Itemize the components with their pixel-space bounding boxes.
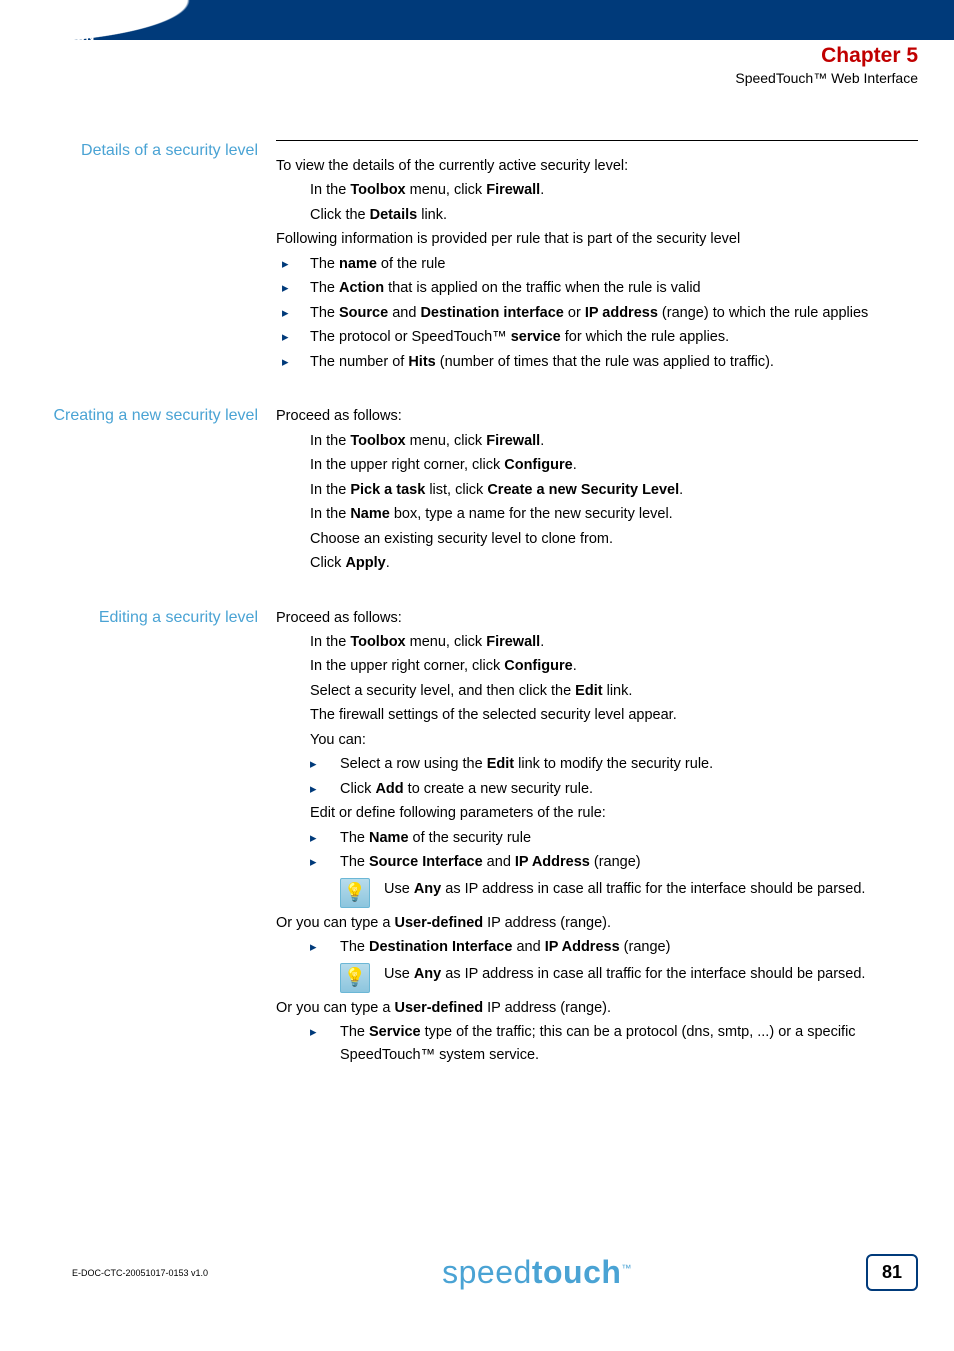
bullet-select-row: Select a row using the Edit link to modi…	[276, 753, 918, 775]
tip-source-text: Use Any as IP address in case all traffi…	[384, 878, 918, 901]
bullet-hits: The number of Hits (number of times that…	[276, 351, 918, 373]
chapter-header: Chapter 5 SpeedTouch™ Web Interface	[735, 44, 918, 86]
step-details-link: Click the Details link.	[276, 204, 918, 226]
body-editing: Proceed as follows: In the Toolbox menu,…	[276, 607, 918, 1069]
edit-step1: In the Toolbox menu, click Firewall.	[276, 631, 918, 653]
lightbulb-icon: 💡	[340, 878, 370, 908]
doc-id: E-DOC-CTC-20051017-0153 v1.0	[72, 1268, 208, 1278]
section-rule	[276, 140, 918, 141]
bullet-click-add: Click Add to create a new security rule.	[276, 778, 918, 800]
chapter-subtitle: SpeedTouch™ Web Interface	[735, 70, 918, 86]
heading-details: Details of a security level	[0, 140, 276, 375]
section-creating: Creating a new security level Proceed as…	[0, 405, 918, 576]
page-footer: E-DOC-CTC-20051017-0153 v1.0 speedtouch™…	[0, 1254, 954, 1291]
bullet-source-dest: The Source and Destination interface or …	[276, 302, 918, 324]
chapter-title: Chapter 5	[735, 44, 918, 68]
edit-step3: Select a security level, and then click …	[276, 680, 918, 702]
body-details: To view the details of the currently act…	[276, 140, 918, 375]
param-source: The Source Interface and IP Address (ran…	[276, 851, 918, 873]
speedtouch-brand: speedtouch™	[442, 1254, 632, 1291]
thomson-logo-text: THOMSON	[30, 30, 95, 44]
top-banner	[0, 0, 954, 40]
body-creating: Proceed as follows: In the Toolbox menu,…	[276, 405, 918, 576]
edit-step2: In the upper right corner, click Configu…	[276, 655, 918, 677]
lightbulb-icon: 💡	[340, 963, 370, 993]
edit-youcan-bullets: Select a row using the Edit link to modi…	[276, 753, 918, 800]
heading-creating: Creating a new security level	[0, 405, 276, 576]
bullet-name: The name of the rule	[276, 253, 918, 275]
create-step5: Choose an existing security level to clo…	[276, 528, 918, 550]
tip-destination: 💡 Use Any as IP address in case all traf…	[340, 963, 918, 993]
create-step4: In the Name box, type a name for the new…	[276, 503, 918, 525]
bullet-service: The protocol or SpeedTouch™ service for …	[276, 326, 918, 348]
follow-text: Following information is provided per ru…	[276, 228, 918, 250]
thomson-logo: ◎ THOMSON	[30, 12, 95, 44]
heading-editing: Editing a security level	[0, 607, 276, 1069]
edit-params-bullets: The Name of the security rule The Source…	[276, 827, 918, 874]
param-destination: The Destination Interface and IP Address…	[276, 936, 918, 958]
param-service: The Service type of the traffic; this ca…	[276, 1021, 918, 1066]
thomson-logo-icon: ◎	[30, 12, 95, 32]
details-bullets: The name of the rule The Action that is …	[276, 253, 918, 373]
create-step3: In the Pick a task list, click Create a …	[276, 479, 918, 501]
create-step2: In the upper right corner, click Configu…	[276, 454, 918, 476]
tip-source: 💡 Use Any as IP address in case all traf…	[340, 878, 918, 908]
step-toolbox: In the Toolbox menu, click Firewall.	[276, 179, 918, 201]
edit-params-bullets3: The Service type of the traffic; this ca…	[276, 1021, 918, 1066]
page-number: 81	[866, 1254, 918, 1291]
intro-creating: Proceed as follows:	[276, 405, 918, 427]
source-user-defined: Or you can type a User-defined IP addres…	[276, 912, 918, 934]
create-step6: Click Apply.	[276, 552, 918, 574]
tip-destination-text: Use Any as IP address in case all traffi…	[384, 963, 918, 986]
intro-editing: Proceed as follows:	[276, 607, 918, 629]
edit-step5: You can:	[276, 729, 918, 751]
create-step1: In the Toolbox menu, click Firewall.	[276, 430, 918, 452]
edit-params-bullets2: The Destination Interface and IP Address…	[276, 936, 918, 958]
section-editing: Editing a security level Proceed as foll…	[0, 607, 918, 1069]
section-details: Details of a security level To view the …	[0, 140, 918, 375]
edit-step4: The firewall settings of the selected se…	[276, 704, 918, 726]
page-content: Details of a security level To view the …	[0, 140, 954, 1068]
param-name: The Name of the security rule	[276, 827, 918, 849]
edit-define: Edit or define following parameters of t…	[276, 802, 918, 824]
destination-user-defined: Or you can type a User-defined IP addres…	[276, 997, 918, 1019]
intro-text: To view the details of the currently act…	[276, 155, 918, 177]
bullet-action: The Action that is applied on the traffi…	[276, 277, 918, 299]
